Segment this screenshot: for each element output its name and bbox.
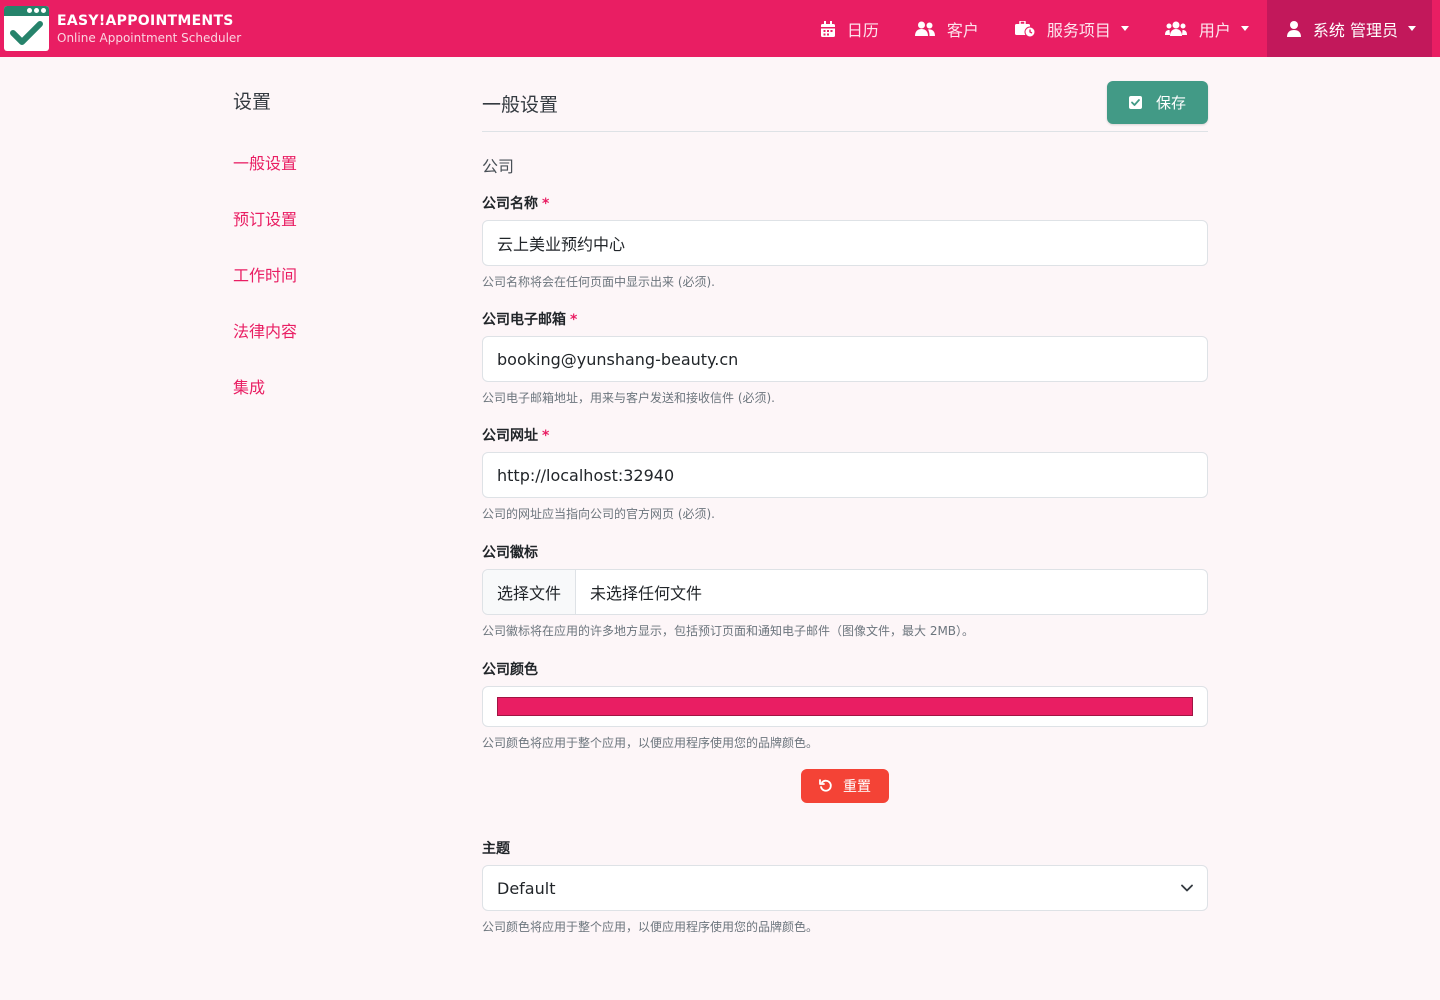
nav-customers-label: 客户 — [946, 20, 979, 40]
save-button[interactable]: 保存 — [1107, 81, 1208, 124]
company-logo-group: 公司徽标 选择文件 未选择任何文件 公司徽标将在应用的许多地方显示，包括预订页面… — [482, 543, 1208, 639]
sidebar-item-integrations[interactable]: 集成 — [233, 376, 433, 400]
sidebar-item-general[interactable]: 一般设置 — [233, 152, 433, 176]
company-color-label: 公司颜色 — [482, 662, 538, 678]
brand[interactable]: EASY!APPOINTMENTS Online Appointment Sch… — [0, 0, 241, 57]
company-color-group: 公司颜色 公司颜色将应用于整个应用，以便应用程序使用您的品牌颜色。 重置 — [482, 660, 1208, 803]
theme-group: 主题 Default 公司颜色将应用于整个应用，以便应用程序使用您的品牌颜色。 — [482, 839, 1208, 935]
settings-sidebar: 设置 一般设置 预订设置 工作时间 法律内容 集成 — [233, 88, 433, 432]
nav-users[interactable]: 用户 — [1147, 0, 1267, 57]
brand-title: EASY!APPOINTMENTS — [57, 12, 234, 29]
sidebar-list: 一般设置 预订设置 工作时间 法律内容 集成 — [233, 152, 433, 400]
caret-down-icon — [1120, 26, 1129, 31]
company-name-help: 公司名称将会在任何页面中显示出来 (必须). — [482, 275, 715, 289]
choose-file-button[interactable]: 选择文件 — [483, 570, 577, 614]
company-email-input[interactable]: booking@yunshang-beauty.cn — [482, 336, 1208, 382]
section-company: 公司 — [482, 157, 515, 176]
company-logo-file-input[interactable]: 选择文件 未选择任何文件 — [482, 569, 1208, 615]
page-header: 一般设置 保存 — [482, 80, 1208, 132]
company-color-help: 公司颜色将应用于整个应用，以便应用程序使用您的品牌颜色。 — [482, 736, 819, 750]
nav-calendar-label: 日历 — [846, 20, 879, 40]
nav-account-label: 系统 管理员 — [1312, 20, 1398, 40]
theme-help: 公司颜色将应用于整个应用，以便应用程序使用您的品牌颜色。 — [482, 920, 819, 934]
caret-down-icon — [1240, 26, 1249, 31]
nav-account[interactable]: 系统 管理员 — [1266, 0, 1432, 57]
user-icon — [1286, 20, 1301, 37]
sidebar-item-business-hours[interactable]: 工作时间 — [233, 264, 433, 288]
company-logo-label: 公司徽标 — [482, 545, 538, 561]
general-settings: 一般设置 保存 公司 公司名称 * 云上美业预约中心 公司名称将会在任何页面中显示… — [482, 80, 1208, 935]
navbar: EASY!APPOINTMENTS Online Appointment Sch… — [0, 0, 1440, 57]
company-link-label: 公司网址 * — [482, 428, 550, 444]
users-cog-icon — [1164, 21, 1187, 36]
theme-label: 主题 — [482, 841, 510, 857]
company-email-group: 公司电子邮箱 * booking@yunshang-beauty.cn 公司电子邮… — [482, 310, 1208, 406]
company-link-group: 公司网址 * http://localhost:32940 公司的网址应当指向公司… — [482, 426, 1208, 522]
company-color-input[interactable] — [482, 686, 1208, 727]
checkmark-calendar-icon — [4, 6, 49, 51]
users-icon — [914, 21, 935, 36]
company-name-input[interactable]: 云上美业预约中心 — [482, 220, 1208, 266]
company-link-input[interactable]: http://localhost:32940 — [482, 452, 1208, 498]
nav-customers[interactable]: 客户 — [897, 0, 997, 57]
sidebar-title: 设置 — [233, 91, 272, 113]
check-square-icon — [1128, 96, 1142, 109]
company-name-label: 公司名称 * — [482, 196, 550, 212]
caret-down-icon — [1408, 26, 1416, 31]
business-time-icon — [1014, 20, 1035, 37]
color-swatch[interactable] — [497, 697, 1193, 716]
file-status: 未选择任何文件 — [590, 584, 703, 603]
theme-value: Default — [497, 878, 556, 898]
company-name-group: 公司名称 * 云上美业预约中心 公司名称将会在任何页面中显示出来 (必须). — [482, 194, 1208, 290]
sidebar-item-booking[interactable]: 预订设置 — [233, 208, 433, 232]
save-label: 保存 — [1155, 95, 1186, 112]
nav-services-label: 服务项目 — [1046, 20, 1111, 40]
nav-calendar[interactable]: 日历 — [803, 0, 897, 57]
nav-items: 日历 客户 服务项目 用户 系统 管理员 — [803, 0, 1432, 57]
company-link-help: 公司的网址应当指向公司的官方网页 (必须). — [482, 507, 715, 521]
page-title: 一般设置 — [482, 94, 559, 116]
theme-select[interactable]: Default — [482, 865, 1208, 911]
nav-services[interactable]: 服务项目 — [997, 0, 1147, 57]
brand-subtitle: Online Appointment Scheduler — [57, 30, 242, 45]
reset-color-button[interactable]: 重置 — [801, 769, 889, 803]
reset-label: 重置 — [843, 778, 871, 794]
chevron-down-icon — [1181, 884, 1193, 892]
undo-icon — [819, 779, 832, 792]
sidebar-item-legal[interactable]: 法律内容 — [233, 320, 433, 344]
nav-users-label: 用户 — [1198, 20, 1231, 40]
company-logo-help: 公司徽标将在应用的许多地方显示，包括预订页面和通知电子邮件（图像文件，最大 2M… — [482, 624, 975, 638]
company-email-help: 公司电子邮箱地址，用来与客户发送和接收信件 (必须). — [482, 391, 775, 405]
company-email-label: 公司电子邮箱 * — [482, 312, 578, 328]
calendar-icon — [820, 20, 835, 37]
